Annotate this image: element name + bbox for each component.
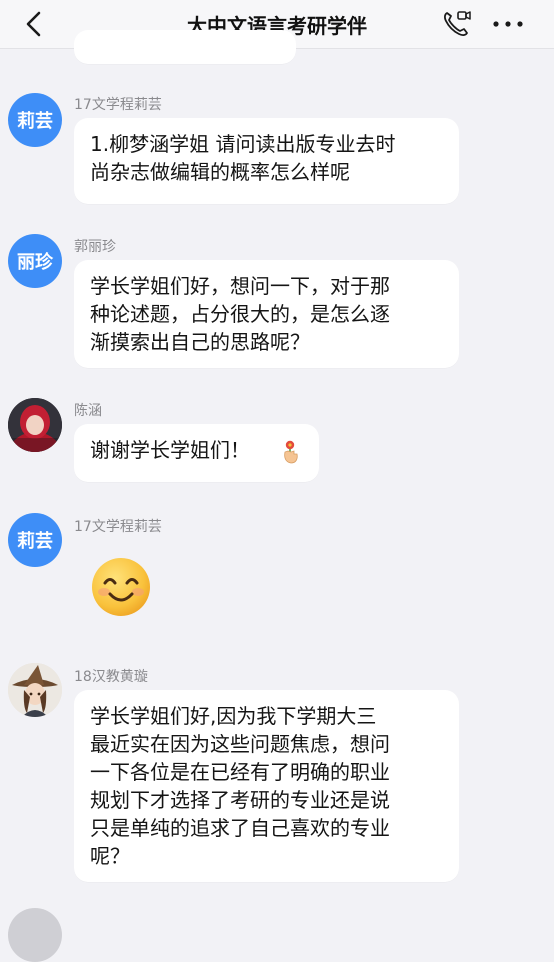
- smiley-face-icon[interactable]: [90, 556, 152, 618]
- witch-girl-avatar[interactable]: [8, 663, 62, 717]
- witch-girl-avatar-image: [8, 663, 62, 717]
- sender-name: 17文学程莉芸: [74, 519, 162, 535]
- message-line: 学长学姐们好，想问一下，对于那: [90, 274, 390, 298]
- avatar[interactable]: [8, 908, 62, 962]
- avatar[interactable]: 莉芸: [8, 93, 62, 147]
- message-line: 规划下才选择了考研的专业还是说: [90, 788, 390, 812]
- message-line: 渐摸索出自己的思路呢？: [90, 330, 310, 354]
- message-line: 学长学姐们好,因为我下学期大三: [90, 704, 377, 728]
- sender-name: 郭丽珍: [74, 239, 116, 255]
- red-hood-avatar[interactable]: [8, 398, 62, 452]
- sender-name: 陈涵: [74, 403, 102, 419]
- message-line: 1.柳梦涵学姐 请问读出版专业去时: [90, 132, 396, 156]
- red-hood-avatar-image: [8, 398, 62, 452]
- message-bubble[interactable]: 1.柳梦涵学姐 请问读出版专业去时 尚杂志做编辑的概率怎么样呢: [74, 118, 459, 204]
- message-line: 尚杂志做编辑的概率怎么样呢: [90, 160, 350, 184]
- message-line: 呢？: [90, 844, 130, 868]
- message-line: 一下各位是在已经有了明确的职业: [90, 760, 390, 784]
- video-call-icon[interactable]: [440, 8, 472, 40]
- message-bubble[interactable]: 谢谢学长学姐们！: [74, 424, 319, 482]
- message-line: 只是单纯的追求了自己喜欢的专业: [90, 816, 390, 840]
- message-line: 最近实在因为这些问题焦虑，想问: [90, 732, 390, 756]
- previous-message-bubble: [74, 30, 296, 64]
- sender-name: 17文学程莉芸: [74, 97, 162, 113]
- hand-holding-flower-icon: [284, 440, 298, 464]
- message-bubble[interactable]: 学长学姐们好，想问一下，对于那 种论述题，占分很大的，是怎么逐 渐摸索出自己的思…: [74, 260, 459, 368]
- avatar[interactable]: 丽珍: [8, 234, 62, 288]
- avatar[interactable]: 莉芸: [8, 513, 62, 567]
- message-text: 谢谢学长学姐们！: [90, 438, 250, 462]
- sender-name: 18汉教黄璇: [74, 669, 148, 685]
- more-dots-icon[interactable]: [490, 10, 526, 38]
- message-bubble[interactable]: 学长学姐们好,因为我下学期大三 最近实在因为这些问题焦虑，想问 一下各位是在已经…: [74, 690, 459, 882]
- message-line: 种论述题，占分很大的，是怎么逐: [90, 302, 390, 326]
